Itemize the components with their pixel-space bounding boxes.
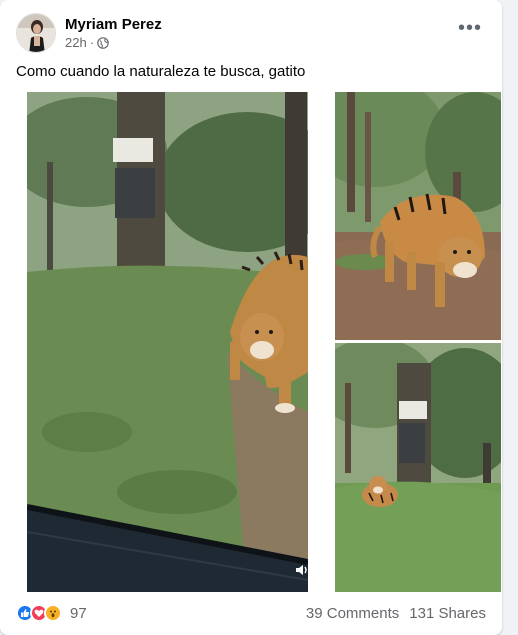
post-photo-3[interactable] (335, 343, 501, 592)
wow-reaction-icon (44, 604, 62, 622)
author-name[interactable]: Myriam Perez (65, 15, 162, 35)
shares-count-link[interactable]: 131 Shares (409, 605, 486, 622)
reaction-count: 97 (70, 604, 87, 622)
post-meta: Myriam Perez 22h · (65, 15, 162, 51)
post-timestamp[interactable]: 22h (65, 35, 87, 51)
post-caption: Como cuando la naturaleza te busca, gati… (16, 63, 306, 80)
avatar[interactable] (16, 13, 56, 53)
separator-dot: · (89, 35, 95, 50)
post-footer: 97 39 Comments 131 Shares (16, 600, 486, 626)
post-subline: 22h · (65, 35, 162, 51)
post-photo-main[interactable] (27, 92, 308, 592)
post-header: Myriam Perez 22h · (16, 12, 486, 54)
post-card: Myriam Perez 22h · ••• Como cuando la na… (0, 0, 502, 635)
reaction-summary[interactable]: 97 (16, 604, 87, 622)
more-options-icon[interactable]: ••• (452, 14, 488, 42)
post-photo-2[interactable] (335, 92, 501, 340)
volume-icon[interactable] (294, 562, 310, 578)
comments-count-link[interactable]: 39 Comments (306, 605, 399, 622)
engagement-stats: 39 Comments 131 Shares (306, 605, 486, 622)
globe-icon (97, 37, 109, 49)
